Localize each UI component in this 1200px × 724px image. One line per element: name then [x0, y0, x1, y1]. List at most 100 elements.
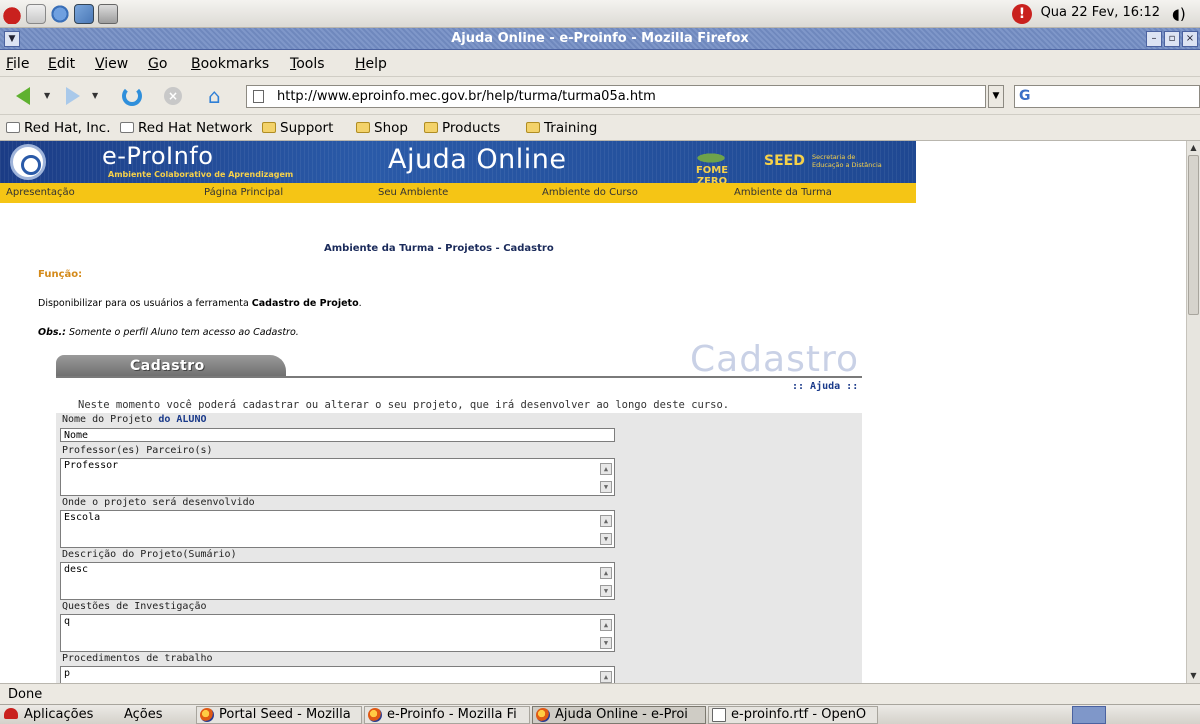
bookmark-red-hat-inc[interactable]: Red Hat, Inc. [6, 120, 111, 136]
taskbar-item-eproinfo-rtf[interactable]: e-proinfo.rtf - OpenO [708, 706, 878, 724]
vertical-scrollbar[interactable]: ▲ ▼ [1186, 141, 1200, 683]
menu-tools[interactable]: Tools [290, 56, 325, 72]
eproinfo-logo-icon[interactable] [10, 144, 46, 180]
url-history-dropdown[interactable]: ▼ [988, 85, 1004, 108]
url-text[interactable]: http://www.eproinfo.mec.gov.br/help/turm… [277, 89, 656, 104]
bookmark-folder-products[interactable]: Products [424, 120, 500, 136]
scroll-down-icon[interactable]: ▼ [600, 481, 612, 493]
page-viewport[interactable]: e-ProInfo Ambiente Colaborativo de Apren… [0, 141, 1186, 683]
scroll-down-icon[interactable]: ▼ [600, 533, 612, 545]
bookmark-red-hat-network[interactable]: Red Hat Network [120, 120, 252, 136]
procedimentos-textarea[interactable]: p ▲ ▼ [60, 666, 615, 683]
site-nav-ambiente-da-turma[interactable]: Ambiente da Turma [734, 187, 832, 198]
bookmark-label: Shop [374, 120, 408, 136]
menu-view[interactable]: View [95, 56, 128, 72]
scroll-down-icon[interactable]: ▼ [1187, 669, 1200, 683]
web-launcher-icon[interactable] [50, 4, 70, 24]
forward-button[interactable] [58, 84, 84, 108]
help-link[interactable]: :: Ajuda :: [792, 381, 858, 392]
bookmark-folder-support[interactable]: Support [262, 120, 333, 136]
scroll-up-icon[interactable]: ▲ [600, 671, 612, 683]
back-history-dropdown-icon[interactable]: ▼ [44, 91, 50, 100]
ajuda-online-title: Ajuda Online [388, 144, 567, 175]
window-titlebar[interactable]: ▼ Ajuda Online - e-Proinfo - Mozilla Fir… [0, 28, 1200, 50]
alert-icon[interactable]: ! [1012, 4, 1032, 24]
forward-arrow-icon [66, 87, 80, 105]
site-nav-ambiente-do-curso[interactable]: Ambiente do Curso [542, 187, 638, 198]
close-button[interactable]: × [1182, 31, 1198, 47]
site-nav-pagina-principal[interactable]: Página Principal [204, 187, 283, 198]
cadastro-tab-label: Cadastro [130, 358, 205, 374]
workspace-switcher[interactable] [1072, 706, 1106, 724]
bookmark-label: Training [544, 120, 598, 136]
page-icon [253, 90, 264, 103]
scroll-down-icon[interactable]: ▼ [600, 585, 612, 597]
seed-subtitle: Secretaria de [812, 153, 856, 161]
redhat-launcher-icon[interactable] [2, 4, 22, 24]
office-launcher-icon[interactable] [74, 4, 94, 24]
scroll-up-icon[interactable]: ▲ [600, 463, 612, 475]
redhat-menu-icon[interactable] [4, 708, 18, 719]
minimize-button[interactable]: – [1146, 31, 1162, 47]
stop-button[interactable]: × [161, 84, 187, 108]
site-nav-apresentacao[interactable]: Apresentação [6, 187, 75, 198]
scroll-up-icon[interactable]: ▲ [600, 515, 612, 527]
funcao-text-tool-name: Cadastro de Projeto [251, 298, 359, 309]
firefox-icon [200, 708, 214, 722]
home-button[interactable]: ⌂ [204, 84, 230, 108]
local-projeto-textarea[interactable]: Escola ▲ ▼ [60, 510, 615, 548]
scroll-up-icon[interactable]: ▲ [600, 619, 612, 631]
bookmark-label: Red Hat Network [138, 120, 253, 136]
menu-go[interactable]: Go [148, 56, 167, 72]
bookmark-folder-training[interactable]: Training [526, 120, 597, 136]
forward-history-dropdown-icon[interactable]: ▼ [92, 91, 98, 100]
taskbar-item-portal-seed[interactable]: Portal Seed - Mozilla [196, 706, 362, 724]
questoes-textarea[interactable]: q ▲ ▼ [60, 614, 615, 652]
taskbar-item-label: e-Proinfo - Mozilla Fi [387, 707, 517, 722]
bottom-panel: Aplicações Ações Portal Seed - Mozilla e… [0, 704, 1200, 724]
back-button[interactable] [14, 84, 40, 108]
descricao-textarea[interactable]: desc ▲ ▼ [60, 562, 615, 600]
page-heading: Ambiente da Turma - Projetos - Cadastro [324, 243, 554, 254]
professores-value: Professor [64, 460, 119, 471]
back-arrow-icon [16, 87, 30, 105]
local-projeto-value: Escola [64, 512, 101, 523]
taskbar-item-eproinfo[interactable]: e-Proinfo - Mozilla Fi [364, 706, 530, 724]
folder-icon [356, 122, 370, 133]
nome-projeto-input[interactable]: Nome [60, 428, 615, 442]
form-intro-text: Neste momento você poderá cadastrar ou a… [78, 399, 730, 411]
bookmark-folder-shop[interactable]: Shop [356, 120, 408, 136]
obs-label: Obs.: [38, 327, 66, 338]
mail-launcher-icon[interactable] [26, 4, 46, 24]
clock[interactable]: Qua 22 Fev, 16:12 [1041, 5, 1160, 20]
taskbar-item-ajuda-online[interactable]: Ajuda Online - e-Proi [532, 706, 706, 724]
actions-menu[interactable]: Ações [124, 707, 163, 722]
folder-icon [526, 122, 540, 133]
seed-logo: SEED [764, 153, 805, 169]
maximize-button[interactable]: ▫ [1164, 31, 1180, 47]
eproinfo-logo-title[interactable]: e-ProInfo [102, 142, 213, 170]
scroll-down-icon[interactable]: ▼ [600, 637, 612, 649]
reload-button[interactable] [120, 84, 146, 108]
procedimentos-value: p [64, 668, 71, 679]
fome-zero-logo: FOME ZERO [682, 151, 742, 183]
menu-edit[interactable]: Edit [48, 56, 75, 72]
url-bar[interactable]: http://www.eproinfo.mec.gov.br/help/turm… [246, 85, 986, 108]
scroll-up-icon[interactable]: ▲ [600, 567, 612, 579]
scroll-up-icon[interactable]: ▲ [1187, 141, 1200, 155]
applications-menu[interactable]: Aplicações [24, 707, 93, 722]
volume-icon[interactable]: ◖) [1172, 4, 1194, 24]
site-nav-seu-ambiente[interactable]: Seu Ambiente [378, 187, 448, 198]
search-engine-icon[interactable]: G [1019, 88, 1031, 104]
seed-subtitle: Educação a Distância [812, 161, 882, 169]
menu-help[interactable]: Help [355, 56, 387, 72]
menu-file[interactable]: File [6, 56, 29, 72]
search-input[interactable]: G [1014, 85, 1200, 108]
fome-zero-text: FOME ZERO [695, 165, 729, 183]
print-launcher-icon[interactable] [98, 4, 118, 24]
menu-bookmarks[interactable]: Bookmarks [191, 56, 269, 72]
scrollbar-thumb[interactable] [1188, 155, 1199, 315]
professores-textarea[interactable]: Professor ▲ ▼ [60, 458, 615, 496]
fome-zero-swoosh-icon [690, 151, 732, 165]
folder-icon [424, 122, 438, 133]
